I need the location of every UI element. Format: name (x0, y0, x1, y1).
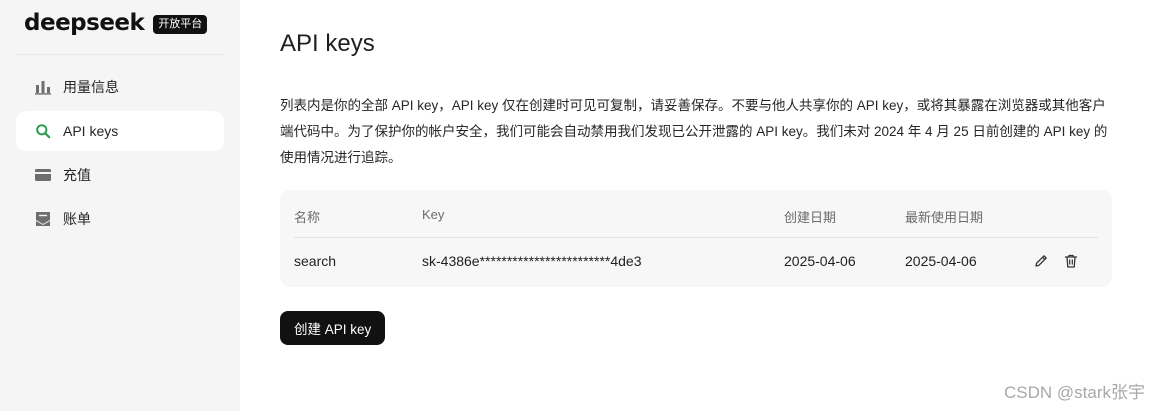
create-api-key-button[interactable]: 创建 API key (280, 311, 386, 345)
key-value-cell: sk-4386e************************4de3 (422, 253, 642, 269)
column-header-last-used: 最新使用日期 (905, 210, 984, 225)
edit-icon[interactable] (1032, 252, 1050, 270)
sidebar-item-label: 充值 (63, 167, 91, 183)
sidebar-item-label: 用量信息 (63, 79, 119, 95)
bar-chart-icon (34, 78, 52, 96)
api-keys-table: 名称 Key 创建日期 最新使用日期 search sk-4386e******… (280, 190, 1112, 287)
platform-badge: 开放平台 (153, 14, 208, 34)
sidebar-item-label: API keys (63, 123, 119, 139)
sidebar-item-recharge[interactable]: 充值 (16, 155, 224, 195)
bill-icon (34, 210, 52, 228)
sidebar-divider (16, 54, 224, 55)
last-used-date-cell: 2025-04-06 (905, 253, 977, 269)
logo[interactable]: deepseek 开放平台 (24, 10, 208, 36)
row-actions (1032, 252, 1080, 270)
sidebar-item-api-keys[interactable]: API keys (16, 111, 224, 151)
column-header-key: Key (422, 207, 445, 222)
table-divider (294, 237, 1098, 238)
created-date-cell: 2025-04-06 (784, 253, 856, 269)
search-icon (34, 122, 52, 140)
watermark: CSDN @stark张宇 (1004, 383, 1145, 402)
sidebar-item-usage[interactable]: 用量信息 (16, 67, 224, 107)
column-header-created: 创建日期 (784, 210, 837, 225)
column-header-name: 名称 (294, 210, 321, 225)
delete-icon[interactable] (1062, 252, 1080, 270)
sidebar-item-label: 账单 (63, 211, 91, 227)
wallet-icon (34, 166, 52, 184)
page-title: API keys (280, 30, 375, 57)
key-name-cell: search (294, 253, 337, 269)
page-description: 列表内是你的全部 API key，API key 仅在创建时可见可复制，请妥善保… (280, 98, 1108, 165)
logo-text: deepseek (24, 10, 145, 36)
sidebar: deepseek 开放平台 用量信息 API keys 充值 账单 (0, 0, 240, 411)
sidebar-item-bills[interactable]: 账单 (16, 199, 224, 239)
